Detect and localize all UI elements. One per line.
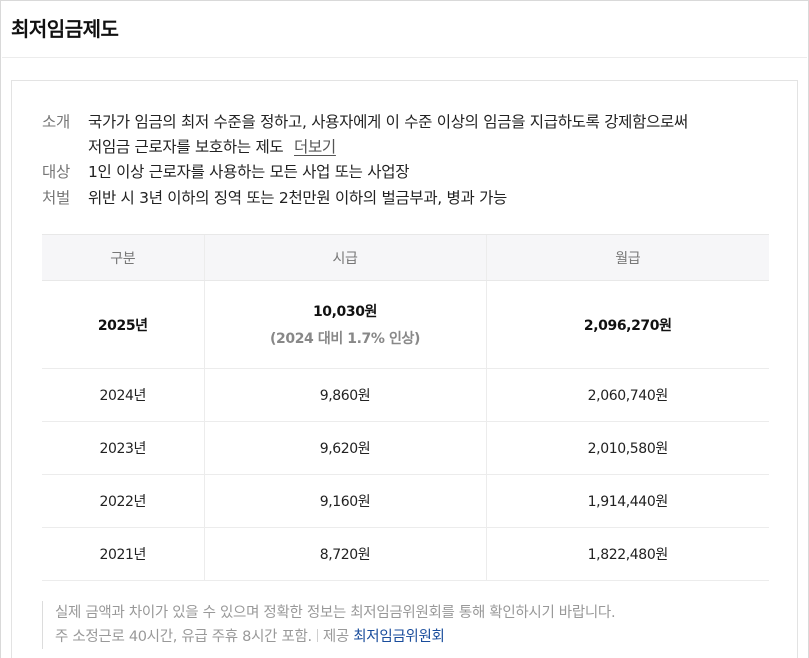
target-text: 1인 이상 근로자를 사용하는 모든 사업 또는 사업장 <box>88 163 410 181</box>
page-title: 최저임금제도 <box>11 17 119 41</box>
source-divider <box>316 629 318 642</box>
year-cell: 2023년 <box>42 421 204 475</box>
table-row: 2024년 9,860원 2,060,740원 <box>42 368 769 422</box>
year-cell: 2021년 <box>42 527 204 581</box>
header-monthly: 월급 <box>485 234 769 281</box>
table-row-current: 2025년 10,030원 (2024 대비 1.7% 인상) 2,096,27… <box>42 280 769 369</box>
title-divider <box>2 57 807 58</box>
hourly-cell: 9,160원 <box>203 474 486 528</box>
table-row: 2022년 9,160원 1,914,440원 <box>42 474 769 528</box>
table-row: 2023년 9,620원 2,010,580원 <box>42 421 769 475</box>
monthly-cell: 2,096,270원 <box>485 280 769 369</box>
monthly-cell: 1,822,480원 <box>485 527 769 581</box>
content-card: 소개 국가가 임금의 최저 수준을 정하고, 사용자에게 이 수준 이상의 임금… <box>11 80 798 658</box>
footnote-line-2: 주 소정근로 40시간, 유급 주휴 8시간 포함. 제공 최저임금위원회 <box>55 625 615 649</box>
monthly-cell: 2,010,580원 <box>485 421 769 475</box>
penalty-label: 처벌 <box>42 189 70 207</box>
widget-frame: 최저임금제도 소개 국가가 임금의 최저 수준을 정하고, 사용자에게 이 수준… <box>0 0 809 658</box>
source-label: 제공 <box>322 629 349 645</box>
year-cell: 2025년 <box>42 280 204 369</box>
intro-line-2: 저임금 근로자를 보호하는 제도 <box>88 138 284 156</box>
intro-line-1: 국가가 임금의 최저 수준을 정하고, 사용자에게 이 수준 이상의 임금을 지… <box>88 113 688 131</box>
hourly-cell: 9,620원 <box>203 421 486 475</box>
header-hourly: 시급 <box>203 234 486 281</box>
footnote-line-1: 실제 금액과 차이가 있을 수 있으며 정확한 정보는 최저임금위원회를 통해 … <box>55 605 616 621</box>
increase-note: (2024 대비 1.7% 인상) <box>270 331 420 347</box>
monthly-cell: 1,914,440원 <box>485 474 769 528</box>
monthly-cell: 2,060,740원 <box>485 368 769 422</box>
minimum-wage-table: 구분 시급 월급 2025년 10,030원 (2024 대비 1.7% 인상)… <box>42 234 769 581</box>
table-header-row: 구분 시급 월급 <box>42 234 769 281</box>
hourly-cell: 10,030원 (2024 대비 1.7% 인상) <box>203 280 486 369</box>
target-label: 대상 <box>42 163 70 181</box>
header-category: 구분 <box>42 234 204 281</box>
more-link[interactable]: 더보기 <box>294 138 336 156</box>
year-cell: 2022년 <box>42 474 204 528</box>
year-cell: 2024년 <box>42 368 204 422</box>
footnote: 실제 금액과 차이가 있을 수 있으며 정확한 정보는 최저임금위원회를 통해 … <box>42 601 616 649</box>
hourly-cell: 9,860원 <box>203 368 486 422</box>
hourly-value: 10,030원 <box>312 304 378 320</box>
table-row: 2021년 8,720원 1,822,480원 <box>42 527 769 581</box>
penalty-text: 위반 시 3년 이하의 징역 또는 2천만원 이하의 벌금부과, 병과 가능 <box>88 189 508 207</box>
hourly-cell: 8,720원 <box>203 527 486 581</box>
footnote-basis: 주 소정근로 40시간, 유급 주휴 8시간 포함. <box>55 629 312 645</box>
intro-text: 국가가 임금의 최저 수준을 정하고, 사용자에게 이 수준 이상의 임금을 지… <box>88 110 688 160</box>
source-link[interactable]: 최저임금위원회 <box>353 629 445 645</box>
intro-label: 소개 <box>42 113 70 131</box>
